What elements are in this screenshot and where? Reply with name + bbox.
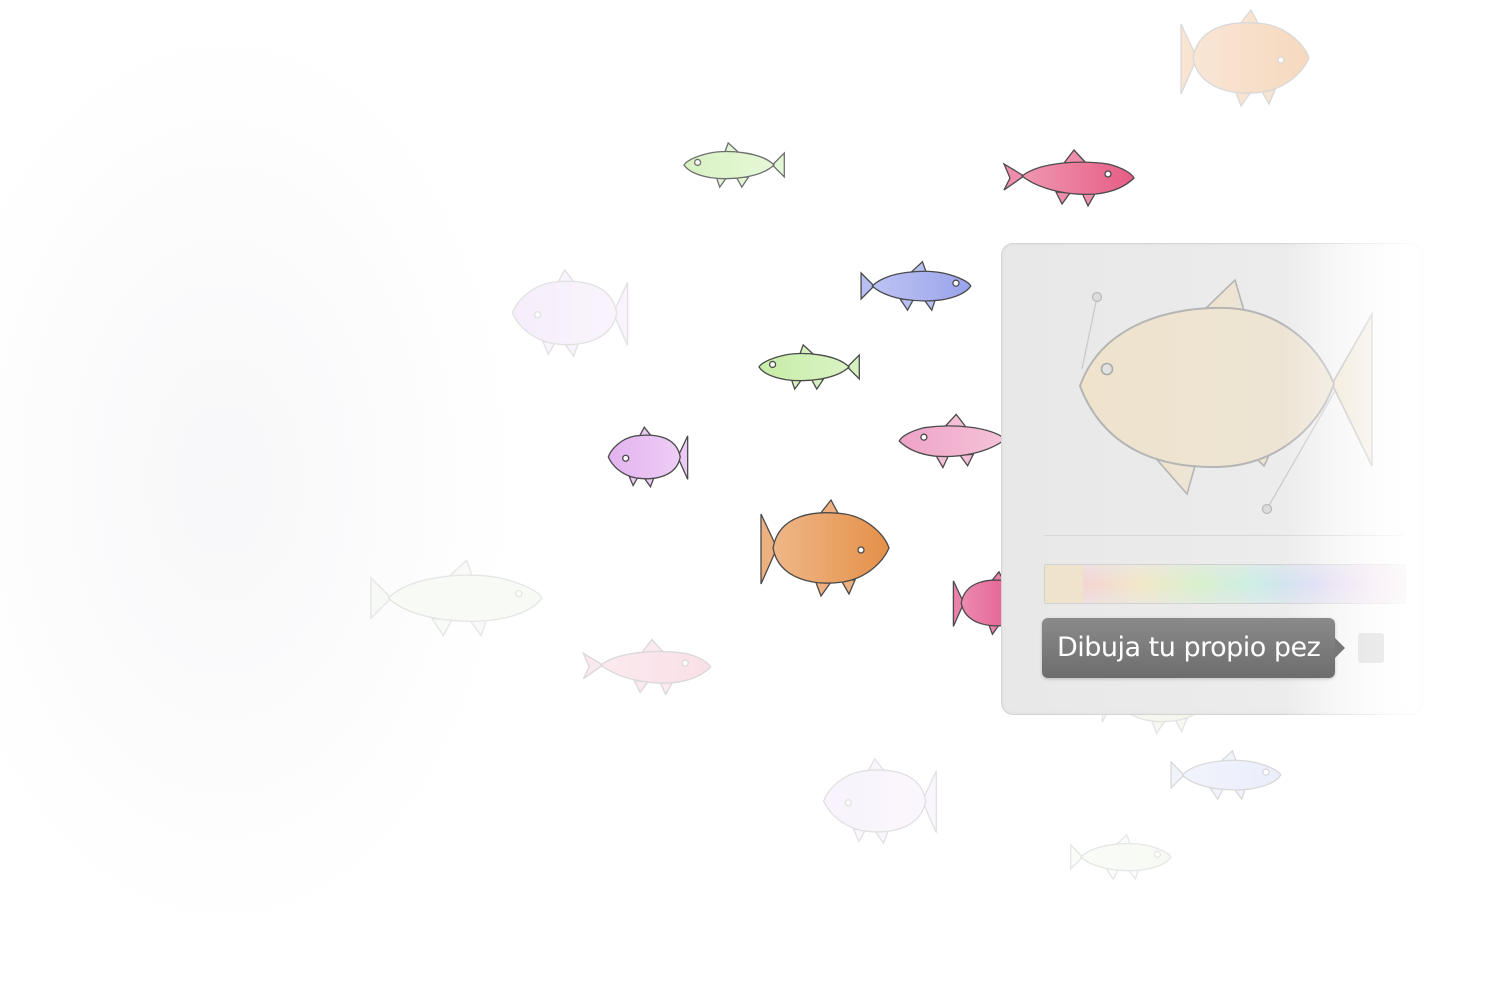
fish-lime-mid[interactable] (758, 343, 860, 391)
fish-fin (909, 260, 928, 273)
fish-fin (640, 638, 666, 653)
color-picker[interactable] (1044, 564, 1406, 604)
fish-lavender-ghost[interactable] (511, 268, 629, 358)
fish-mint-low[interactable] (1070, 833, 1172, 881)
fish-tail (1002, 162, 1026, 191)
fish-pink-low[interactable] (581, 638, 712, 696)
fish-lavender-low[interactable] (822, 757, 937, 845)
fish-eye-icon (844, 799, 852, 807)
draw-fish-tooltip[interactable]: Dibuja tu propio pez (1042, 618, 1336, 678)
tooltip-label: Dibuja tu propio pez (1057, 632, 1321, 663)
fish-eye-icon (693, 158, 702, 167)
fish-eye-icon (622, 454, 630, 462)
fish-body (822, 769, 927, 833)
fish-body (1192, 22, 1310, 94)
fish-body (387, 574, 543, 622)
tooltip-arrow-icon (1335, 638, 1345, 658)
fish-orange[interactable] (760, 498, 890, 598)
fish-fin (1062, 148, 1088, 164)
control-handle-icon[interactable] (1261, 503, 1273, 515)
panel-divider (1044, 535, 1404, 536)
fish-eye-icon (768, 360, 777, 369)
fish-eye-icon (1153, 850, 1162, 859)
fish-body (599, 650, 712, 684)
fish-mint-ghost[interactable] (370, 559, 543, 638)
fish-eye-icon (1262, 768, 1270, 776)
fish-eye-icon (533, 311, 542, 319)
fish-eye-icon (681, 659, 689, 667)
sketch-fish (1078, 278, 1373, 515)
selected-color-swatch[interactable] (1045, 565, 1083, 603)
fish-peach-top[interactable] (1180, 8, 1310, 108)
fish-fin (1219, 749, 1238, 762)
fish-body (607, 434, 681, 480)
fish-eye-icon (857, 546, 865, 554)
fish-eye-icon (515, 589, 523, 598)
fish-fin (943, 413, 968, 428)
fish-violet[interactable] (607, 426, 689, 489)
fish-periwinkle-low[interactable] (1170, 749, 1282, 801)
fish-body (1020, 161, 1135, 196)
fish-blue[interactable] (860, 260, 972, 312)
fish-eye-icon (920, 433, 928, 441)
color-spectrum-slider[interactable] (1083, 565, 1405, 603)
fish-eye-icon (1104, 170, 1112, 178)
fish-tail (581, 651, 605, 680)
fish-body (511, 280, 618, 346)
fish-body (772, 512, 890, 584)
fish-fin (447, 559, 474, 577)
drawing-canvas[interactable] (1002, 244, 1422, 534)
fish-eye-icon (952, 279, 960, 287)
fish-crimson[interactable] (1002, 148, 1135, 208)
fish-fin (430, 617, 454, 637)
pointer-ghost (1358, 633, 1384, 663)
control-handle-icon[interactable] (1091, 291, 1103, 303)
fish-eye-icon (1277, 56, 1285, 64)
fish-eye-icon (1100, 362, 1114, 376)
fish-body (898, 425, 1007, 458)
fish-lime-top[interactable] (683, 141, 785, 189)
